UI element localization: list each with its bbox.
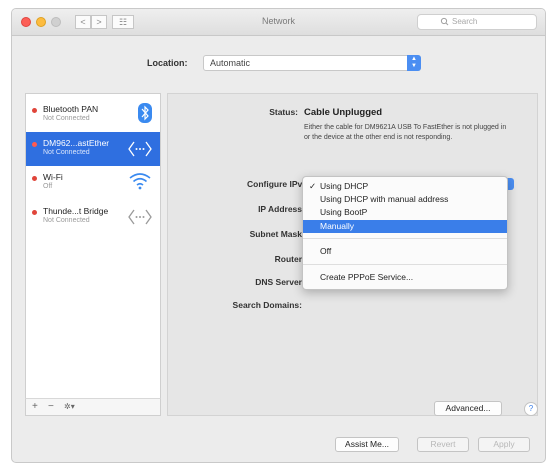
bluetooth-icon [138,103,152,125]
subnet-mask-label: Subnet Mask [249,229,302,239]
gear-icon[interactable]: ✲▾ [64,402,75,411]
menu-separator [303,264,507,265]
wifi-icon [128,172,152,192]
service-status: Not Connected [43,217,90,224]
status-dot [32,176,37,181]
service-list-toolbar: + − ✲▾ [25,398,161,416]
status-label: Status: [269,107,298,117]
status-value: Cable Unplugged [304,107,383,118]
service-status: Not Connected [43,149,90,156]
configure-ipv4-menu: ✓ Using DHCP Using DHCP with manual addre… [302,176,508,290]
service-list: Bluetooth PAN Not Connected DM962...astE… [25,93,161,416]
service-item-ethernet-adapter[interactable]: DM962...astEther Not Connected [26,132,160,166]
help-button[interactable]: ? [524,402,538,416]
status-dot [32,142,37,147]
configure-ipv4-label: Configure IPv4 [247,179,307,189]
service-item-thunderbolt-bridge[interactable]: Thunde...t Bridge Not Connected [26,200,160,234]
menu-item-create-pppoe[interactable]: Create PPPoE Service... [303,271,507,284]
menu-item-dhcp-manual-address[interactable]: Using DHCP with manual address [303,193,507,206]
search-placeholder: Search [452,17,478,26]
ip-address-label: IP Address [258,204,302,214]
menu-item-using-dhcp[interactable]: ✓ Using DHCP [303,180,507,193]
service-name: Wi-Fi [43,172,63,182]
status-description: Either the cable for DM9621A USB To Fast… [304,124,507,141]
service-status: Not Connected [43,115,90,122]
menu-item-using-bootp[interactable]: Using BootP [303,206,507,219]
service-item-wifi[interactable]: Wi-Fi Off [26,166,160,200]
network-preferences-window: < > ☷ Network Search Location: Automatic… [11,8,546,463]
apply-button[interactable]: Apply [478,437,530,452]
location-select[interactable]: Automatic ▲ ▼ [203,55,421,71]
menu-separator [303,238,507,239]
dns-server-label: DNS Server [255,277,302,287]
service-item-bluetooth-pan[interactable]: Bluetooth PAN Not Connected [26,98,160,132]
ethernet-icon [128,208,152,228]
location-label: Location: [147,58,188,68]
ethernet-icon [128,140,152,160]
add-service-button[interactable]: + [32,401,38,412]
status-dot [32,108,37,113]
status-dot [32,210,37,215]
router-label: Router [274,254,302,264]
search-field[interactable]: Search [417,14,537,30]
menu-item-off[interactable]: Off [303,245,507,258]
service-name: DM962...astEther [43,138,110,148]
revert-button[interactable]: Revert [417,437,469,452]
remove-service-button[interactable]: − [48,401,54,412]
search-icon [440,15,449,34]
checkmark-icon: ✓ [309,181,317,191]
location-value: Automatic [210,58,251,68]
service-status: Off [43,183,53,190]
menu-item-manually[interactable]: Manually [303,220,507,233]
service-name: Thunde...t Bridge [43,206,109,216]
advanced-button[interactable]: Advanced... [434,401,502,416]
search-domains-label: Search Domains: [232,300,302,310]
chevron-updown-icon: ▲ ▼ [407,55,421,71]
service-name: Bluetooth PAN [43,104,99,114]
assist-me-button[interactable]: Assist Me... [335,437,399,452]
title-bar: < > ☷ Network Search [12,9,545,36]
